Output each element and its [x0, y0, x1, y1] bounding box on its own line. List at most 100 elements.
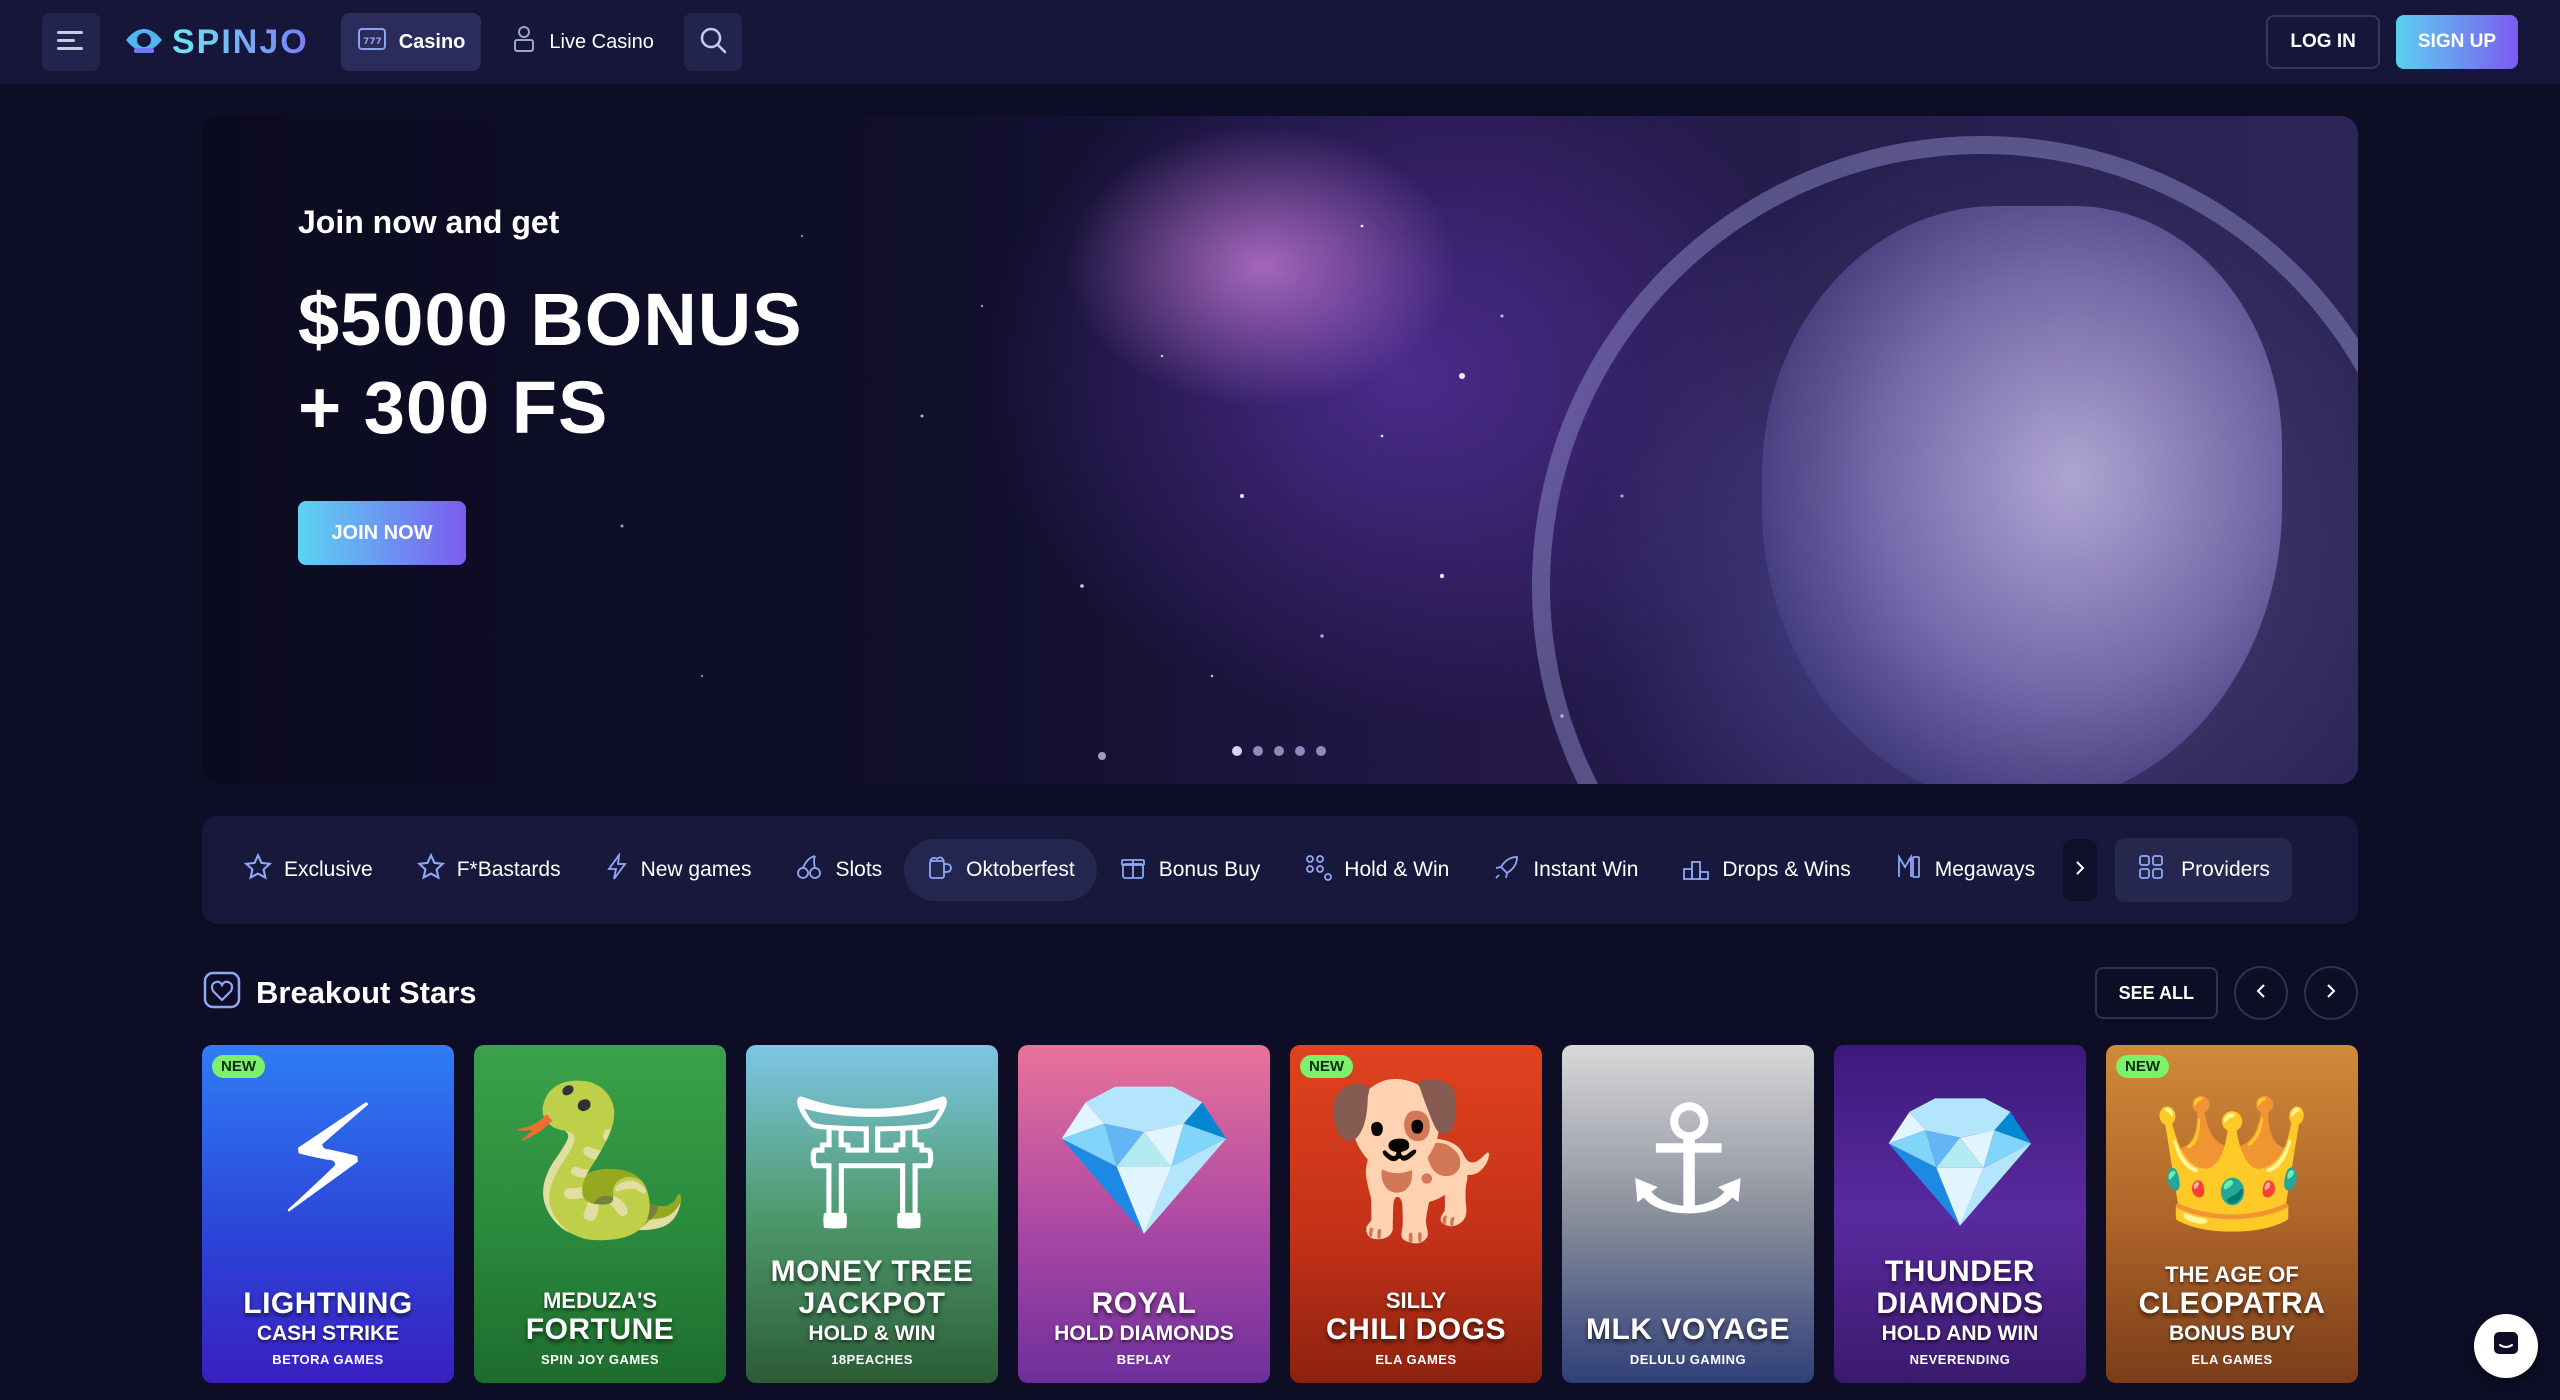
breakout-stars-header: Breakout Stars SEE ALL — [202, 966, 2358, 1020]
hero-subtitle: Join now and get — [298, 204, 560, 240]
search-icon — [699, 26, 727, 59]
game-carousel: NEW ⚡ LIGHTNING CASH STRIKE BETORA GAMES… — [202, 1045, 2358, 1385]
game-pretitle: MEDUZA'S — [542, 1288, 657, 1313]
previous-button[interactable] — [2234, 966, 2288, 1020]
rocket-icon — [1493, 853, 1521, 887]
chevron-right-icon — [2325, 982, 2337, 1005]
category-bonus-buy[interactable]: Bonus Buy — [1097, 839, 1283, 901]
join-now-button[interactable]: JOIN NOW — [298, 501, 466, 565]
star-outline-icon — [416, 852, 445, 887]
category-oktoberfest[interactable]: Oktoberfest — [904, 839, 1097, 901]
game-provider: ELA GAMES — [1375, 1352, 1457, 1367]
game-title: CHILI DOGS — [1325, 1313, 1506, 1346]
category-hold-win[interactable]: Hold & Win — [1282, 839, 1471, 901]
game-art-icon: ⚓ — [1620, 1076, 1756, 1244]
game-provider: ELA GAMES — [2191, 1352, 2273, 1367]
brand-name: SPINJO — [172, 22, 309, 61]
category-bar: Exclusive F*Bastards New games Slots Okt… — [202, 816, 2358, 924]
category-drops-wins[interactable]: Drops & Wins — [1660, 839, 1872, 901]
astronaut-face-decoration — [1762, 206, 2282, 784]
svg-text:777: 777 — [363, 37, 382, 47]
hero-title-line1: $5000 BONUS — [298, 278, 803, 361]
category-fbastards[interactable]: F*Bastards — [395, 839, 583, 901]
category-label: Exclusive — [284, 858, 373, 881]
carousel-dot[interactable] — [1232, 746, 1242, 756]
new-badge: NEW — [212, 1055, 265, 1078]
signup-button[interactable]: SIGN UP — [2395, 15, 2518, 69]
category-label: Slots — [835, 858, 883, 881]
nav-casino[interactable]: 777 Casino — [340, 13, 482, 71]
game-art-icon: 👑 — [2151, 1089, 2313, 1235]
section-title: Breakout Stars — [256, 975, 477, 1010]
brand-logo[interactable]: SPINJO — [122, 22, 309, 63]
game-card[interactable]: ⛩ MONEY TREE JACKPOT HOLD & WIN 18PEACHE… — [746, 1045, 998, 1383]
carousel-dots — [1232, 746, 1326, 756]
game-card[interactable]: ⚓ MLK VOYAGE DELULU GAMING — [1562, 1045, 1814, 1383]
chevron-right-icon — [2074, 859, 2086, 882]
providers-button[interactable]: Providers — [2115, 838, 2292, 902]
beer-mug-icon — [926, 853, 954, 887]
next-button[interactable] — [2304, 966, 2358, 1020]
game-provider: DELULU GAMING — [1629, 1352, 1747, 1367]
category-slots[interactable]: Slots — [773, 839, 904, 901]
grid-dots-icon — [1304, 853, 1333, 887]
category-label: Hold & Win — [1344, 858, 1450, 881]
category-instant-win[interactable]: Instant Win — [1471, 839, 1660, 901]
category-label: Oktoberfest — [966, 858, 1075, 881]
carousel-dot[interactable] — [1316, 746, 1326, 756]
game-card[interactable]: NEW 🐕 SILLY CHILI DOGS ELA GAMES — [1290, 1045, 1542, 1383]
game-card[interactable]: 💎 THUNDER DIAMONDS HOLD AND WIN NEVEREND… — [1834, 1045, 2086, 1383]
podium-icon — [1682, 853, 1710, 887]
category-label: Instant Win — [1533, 858, 1639, 881]
chat-button[interactable] — [2474, 1314, 2538, 1378]
carousel-dot[interactable] — [1274, 746, 1284, 756]
search-button[interactable] — [683, 13, 742, 71]
game-subtitle: HOLD & WIN — [808, 1322, 936, 1345]
game-provider: 18PEACHES — [831, 1352, 913, 1367]
game-subtitle: CASH STRIKE — [256, 1322, 400, 1345]
game-provider: NEVERENDING — [1909, 1352, 2011, 1367]
game-art-icon: 🐍 — [506, 1076, 694, 1244]
nav-live-casino[interactable]: Live Casino — [495, 13, 670, 71]
category-label: Drops & Wins — [1722, 858, 1851, 881]
hamburger-icon — [57, 30, 85, 55]
game-card[interactable]: NEW ⚡ LIGHTNING CASH STRIKE BETORA GAMES — [202, 1045, 454, 1383]
category-label: Megaways — [1934, 858, 2036, 881]
category-exclusive[interactable]: Exclusive — [222, 839, 395, 901]
game-title: LIGHTNING — [243, 1287, 413, 1320]
category-megaways[interactable]: Megaways — [1873, 839, 2057, 901]
game-subtitle: HOLD AND WIN — [1881, 1322, 2039, 1345]
carousel-dot[interactable] — [1253, 746, 1263, 756]
hero-banner[interactable]: Join now and get $5000 BONUS + 300 FS JO… — [202, 116, 2358, 784]
game-art-icon: ⚡ — [275, 1076, 381, 1244]
chevron-left-icon — [2255, 982, 2267, 1005]
nav-casino-label: Casino — [398, 30, 466, 53]
game-title: FORTUNE — [525, 1313, 675, 1346]
category-label: F*Bastards — [456, 858, 561, 881]
game-card[interactable]: 🐍 MEDUZA'S FORTUNE SPIN JOY GAMES — [474, 1045, 726, 1383]
game-provider: BEPLAY — [1116, 1352, 1172, 1367]
nav-live-casino-label: Live Casino — [549, 30, 654, 53]
menu-button[interactable] — [42, 13, 100, 71]
game-title: THUNDER DIAMONDS — [1876, 1255, 2044, 1320]
providers-label: Providers — [2181, 858, 2270, 881]
dealer-icon — [511, 25, 537, 59]
game-pretitle: THE AGE OF — [2165, 1262, 2299, 1287]
top-header: SPINJO 777 Casino Live Casino LOG IN SIG… — [0, 0, 2560, 84]
category-new-games[interactable]: New games — [583, 839, 774, 901]
game-art-icon: ⛩ — [789, 1089, 955, 1235]
game-title: MONEY TREE JACKPOT — [770, 1255, 974, 1320]
category-scroll-right-button[interactable] — [2063, 839, 2098, 901]
category-label: Bonus Buy — [1158, 858, 1261, 881]
game-subtitle: BONUS BUY — [2168, 1322, 2295, 1345]
game-card[interactable]: 💎 ROYAL HOLD DIAMONDS BEPLAY — [1018, 1045, 1270, 1383]
cherry-icon — [795, 853, 823, 887]
see-all-button[interactable]: SEE ALL — [2094, 967, 2218, 1019]
game-title: ROYAL — [1091, 1287, 1197, 1320]
game-art-icon: 💎 — [1879, 1089, 2041, 1235]
carousel-dot[interactable] — [1295, 746, 1305, 756]
login-button[interactable]: LOG IN — [2266, 15, 2380, 69]
game-subtitle: HOLD DIAMONDS — [1054, 1322, 1234, 1345]
game-card[interactable]: NEW 👑 THE AGE OF CLEOPATRA BONUS BUY ELA… — [2106, 1045, 2358, 1383]
chat-icon — [2491, 1329, 2521, 1364]
